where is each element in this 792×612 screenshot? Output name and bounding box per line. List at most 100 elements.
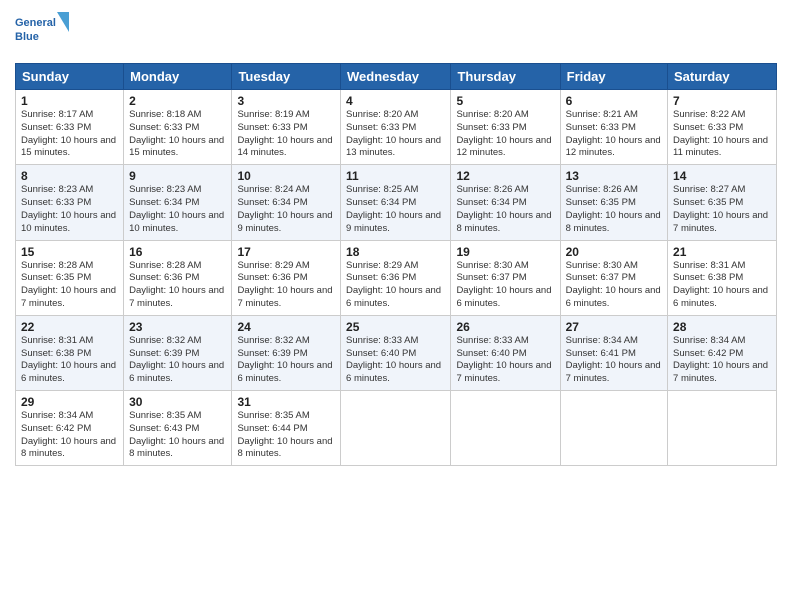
day-info: Sunrise: 8:21 AMSunset: 6:33 PMDaylight:… xyxy=(566,109,662,160)
day-info: Sunrise: 8:29 AMSunset: 6:36 PMDaylight:… xyxy=(346,260,445,311)
day-number: 25 xyxy=(346,320,445,334)
day-cell: 17Sunrise: 8:29 AMSunset: 6:36 PMDayligh… xyxy=(232,240,341,315)
day-info: Sunrise: 8:26 AMSunset: 6:34 PMDaylight:… xyxy=(456,184,554,235)
week-row-2: 8Sunrise: 8:23 AMSunset: 6:33 PMDaylight… xyxy=(16,165,777,240)
day-cell: 22Sunrise: 8:31 AMSunset: 6:38 PMDayligh… xyxy=(16,315,124,390)
day-info: Sunrise: 8:20 AMSunset: 6:33 PMDaylight:… xyxy=(456,109,554,160)
day-cell: 16Sunrise: 8:28 AMSunset: 6:36 PMDayligh… xyxy=(124,240,232,315)
day-number: 4 xyxy=(346,94,445,108)
day-cell: 18Sunrise: 8:29 AMSunset: 6:36 PMDayligh… xyxy=(341,240,451,315)
week-row-1: 1Sunrise: 8:17 AMSunset: 6:33 PMDaylight… xyxy=(16,90,777,165)
svg-text:Blue: Blue xyxy=(15,31,39,43)
header: General Blue xyxy=(15,10,777,55)
day-number: 12 xyxy=(456,169,554,183)
day-info: Sunrise: 8:27 AMSunset: 6:35 PMDaylight:… xyxy=(673,184,771,235)
calendar: SundayMondayTuesdayWednesdayThursdayFrid… xyxy=(15,63,777,466)
day-cell: 6Sunrise: 8:21 AMSunset: 6:33 PMDaylight… xyxy=(560,90,667,165)
day-info: Sunrise: 8:26 AMSunset: 6:35 PMDaylight:… xyxy=(566,184,662,235)
day-cell: 31Sunrise: 8:35 AMSunset: 6:44 PMDayligh… xyxy=(232,391,341,466)
col-header-monday: Monday xyxy=(124,64,232,90)
day-cell: 13Sunrise: 8:26 AMSunset: 6:35 PMDayligh… xyxy=(560,165,667,240)
day-cell: 10Sunrise: 8:24 AMSunset: 6:34 PMDayligh… xyxy=(232,165,341,240)
day-cell: 1Sunrise: 8:17 AMSunset: 6:33 PMDaylight… xyxy=(16,90,124,165)
week-row-4: 22Sunrise: 8:31 AMSunset: 6:38 PMDayligh… xyxy=(16,315,777,390)
day-info: Sunrise: 8:30 AMSunset: 6:37 PMDaylight:… xyxy=(456,260,554,311)
day-cell: 9Sunrise: 8:23 AMSunset: 6:34 PMDaylight… xyxy=(124,165,232,240)
day-info: Sunrise: 8:34 AMSunset: 6:42 PMDaylight:… xyxy=(673,335,771,386)
col-header-wednesday: Wednesday xyxy=(341,64,451,90)
day-number: 9 xyxy=(129,169,226,183)
day-cell: 19Sunrise: 8:30 AMSunset: 6:37 PMDayligh… xyxy=(451,240,560,315)
day-cell: 14Sunrise: 8:27 AMSunset: 6:35 PMDayligh… xyxy=(668,165,777,240)
day-number: 7 xyxy=(673,94,771,108)
day-number: 23 xyxy=(129,320,226,334)
day-cell: 25Sunrise: 8:33 AMSunset: 6:40 PMDayligh… xyxy=(341,315,451,390)
day-info: Sunrise: 8:33 AMSunset: 6:40 PMDaylight:… xyxy=(346,335,445,386)
day-number: 24 xyxy=(237,320,335,334)
day-number: 5 xyxy=(456,94,554,108)
day-number: 29 xyxy=(21,395,118,409)
day-cell: 26Sunrise: 8:33 AMSunset: 6:40 PMDayligh… xyxy=(451,315,560,390)
day-info: Sunrise: 8:34 AMSunset: 6:41 PMDaylight:… xyxy=(566,335,662,386)
day-cell xyxy=(668,391,777,466)
col-header-saturday: Saturday xyxy=(668,64,777,90)
day-cell xyxy=(341,391,451,466)
day-info: Sunrise: 8:28 AMSunset: 6:36 PMDaylight:… xyxy=(129,260,226,311)
day-number: 19 xyxy=(456,245,554,259)
day-number: 13 xyxy=(566,169,662,183)
col-header-tuesday: Tuesday xyxy=(232,64,341,90)
svg-text:General: General xyxy=(15,17,56,29)
day-info: Sunrise: 8:19 AMSunset: 6:33 PMDaylight:… xyxy=(237,109,335,160)
day-number: 27 xyxy=(566,320,662,334)
week-row-5: 29Sunrise: 8:34 AMSunset: 6:42 PMDayligh… xyxy=(16,391,777,466)
day-info: Sunrise: 8:33 AMSunset: 6:40 PMDaylight:… xyxy=(456,335,554,386)
day-number: 3 xyxy=(237,94,335,108)
day-info: Sunrise: 8:17 AMSunset: 6:33 PMDaylight:… xyxy=(21,109,118,160)
day-cell: 27Sunrise: 8:34 AMSunset: 6:41 PMDayligh… xyxy=(560,315,667,390)
day-cell: 24Sunrise: 8:32 AMSunset: 6:39 PMDayligh… xyxy=(232,315,341,390)
day-cell: 15Sunrise: 8:28 AMSunset: 6:35 PMDayligh… xyxy=(16,240,124,315)
day-cell: 23Sunrise: 8:32 AMSunset: 6:39 PMDayligh… xyxy=(124,315,232,390)
day-number: 26 xyxy=(456,320,554,334)
day-cell: 3Sunrise: 8:19 AMSunset: 6:33 PMDaylight… xyxy=(232,90,341,165)
day-info: Sunrise: 8:24 AMSunset: 6:34 PMDaylight:… xyxy=(237,184,335,235)
day-info: Sunrise: 8:28 AMSunset: 6:35 PMDaylight:… xyxy=(21,260,118,311)
day-cell: 7Sunrise: 8:22 AMSunset: 6:33 PMDaylight… xyxy=(668,90,777,165)
day-info: Sunrise: 8:20 AMSunset: 6:33 PMDaylight:… xyxy=(346,109,445,160)
day-number: 18 xyxy=(346,245,445,259)
day-cell: 29Sunrise: 8:34 AMSunset: 6:42 PMDayligh… xyxy=(16,391,124,466)
day-info: Sunrise: 8:22 AMSunset: 6:33 PMDaylight:… xyxy=(673,109,771,160)
day-number: 10 xyxy=(237,169,335,183)
logo-icon: General Blue xyxy=(15,10,70,55)
day-cell: 21Sunrise: 8:31 AMSunset: 6:38 PMDayligh… xyxy=(668,240,777,315)
day-cell: 5Sunrise: 8:20 AMSunset: 6:33 PMDaylight… xyxy=(451,90,560,165)
day-cell: 4Sunrise: 8:20 AMSunset: 6:33 PMDaylight… xyxy=(341,90,451,165)
page: General Blue SundayMondayTuesdayWednesda… xyxy=(0,0,792,612)
day-info: Sunrise: 8:23 AMSunset: 6:34 PMDaylight:… xyxy=(129,184,226,235)
day-cell xyxy=(560,391,667,466)
day-number: 22 xyxy=(21,320,118,334)
day-info: Sunrise: 8:29 AMSunset: 6:36 PMDaylight:… xyxy=(237,260,335,311)
day-info: Sunrise: 8:35 AMSunset: 6:44 PMDaylight:… xyxy=(237,410,335,461)
day-cell: 12Sunrise: 8:26 AMSunset: 6:34 PMDayligh… xyxy=(451,165,560,240)
col-header-friday: Friday xyxy=(560,64,667,90)
day-info: Sunrise: 8:18 AMSunset: 6:33 PMDaylight:… xyxy=(129,109,226,160)
day-info: Sunrise: 8:30 AMSunset: 6:37 PMDaylight:… xyxy=(566,260,662,311)
day-cell: 8Sunrise: 8:23 AMSunset: 6:33 PMDaylight… xyxy=(16,165,124,240)
day-info: Sunrise: 8:34 AMSunset: 6:42 PMDaylight:… xyxy=(21,410,118,461)
day-cell: 28Sunrise: 8:34 AMSunset: 6:42 PMDayligh… xyxy=(668,315,777,390)
day-info: Sunrise: 8:25 AMSunset: 6:34 PMDaylight:… xyxy=(346,184,445,235)
day-number: 1 xyxy=(21,94,118,108)
day-cell: 2Sunrise: 8:18 AMSunset: 6:33 PMDaylight… xyxy=(124,90,232,165)
day-number: 6 xyxy=(566,94,662,108)
day-number: 11 xyxy=(346,169,445,183)
day-number: 2 xyxy=(129,94,226,108)
day-number: 31 xyxy=(237,395,335,409)
day-number: 15 xyxy=(21,245,118,259)
day-number: 16 xyxy=(129,245,226,259)
col-header-sunday: Sunday xyxy=(16,64,124,90)
day-cell: 11Sunrise: 8:25 AMSunset: 6:34 PMDayligh… xyxy=(341,165,451,240)
day-info: Sunrise: 8:35 AMSunset: 6:43 PMDaylight:… xyxy=(129,410,226,461)
day-cell xyxy=(451,391,560,466)
header-row: SundayMondayTuesdayWednesdayThursdayFrid… xyxy=(16,64,777,90)
